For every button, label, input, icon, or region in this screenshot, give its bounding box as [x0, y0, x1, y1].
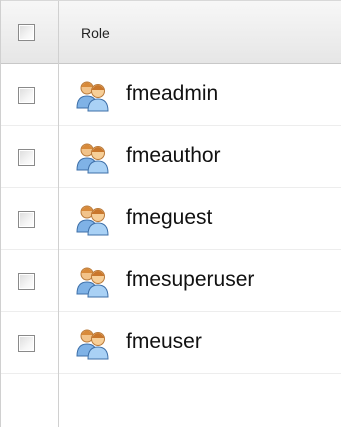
header-check-cell [1, 1, 59, 64]
users-group-icon [76, 81, 109, 112]
select-all-checkbox[interactable] [18, 24, 35, 41]
role-name[interactable]: fmeauthor [126, 144, 221, 168]
table-row[interactable]: fmesuperuser [1, 250, 341, 312]
empty-check-column [1, 374, 59, 427]
grid-header: Role [1, 0, 341, 64]
table-row[interactable]: fmeauthor [1, 126, 341, 188]
table-row[interactable]: fmeguest [1, 188, 341, 250]
row-checkbox[interactable] [18, 211, 35, 228]
row-check-cell [1, 250, 59, 312]
role-name[interactable]: fmeguest [126, 206, 212, 230]
role-name[interactable]: fmeadmin [126, 82, 218, 106]
table-row[interactable]: fmeuser [1, 312, 341, 374]
role-name[interactable]: fmeuser [126, 330, 202, 354]
row-check-cell [1, 188, 59, 250]
row-check-cell [1, 312, 59, 374]
role-name[interactable]: fmesuperuser [126, 268, 254, 292]
row-checkbox[interactable] [18, 273, 35, 290]
users-group-icon [76, 267, 109, 298]
roles-grid: Role fmeadmin fmeauthor fmeguest fmesupe… [0, 0, 341, 427]
users-group-icon [76, 205, 109, 236]
row-checkbox[interactable] [18, 87, 35, 104]
row-check-cell [1, 64, 59, 126]
users-group-icon [76, 329, 109, 360]
table-row[interactable]: fmeadmin [1, 64, 341, 126]
column-header-role[interactable]: Role [81, 25, 110, 41]
users-group-icon [76, 143, 109, 174]
row-checkbox[interactable] [18, 335, 35, 352]
row-check-cell [1, 126, 59, 188]
row-checkbox[interactable] [18, 149, 35, 166]
